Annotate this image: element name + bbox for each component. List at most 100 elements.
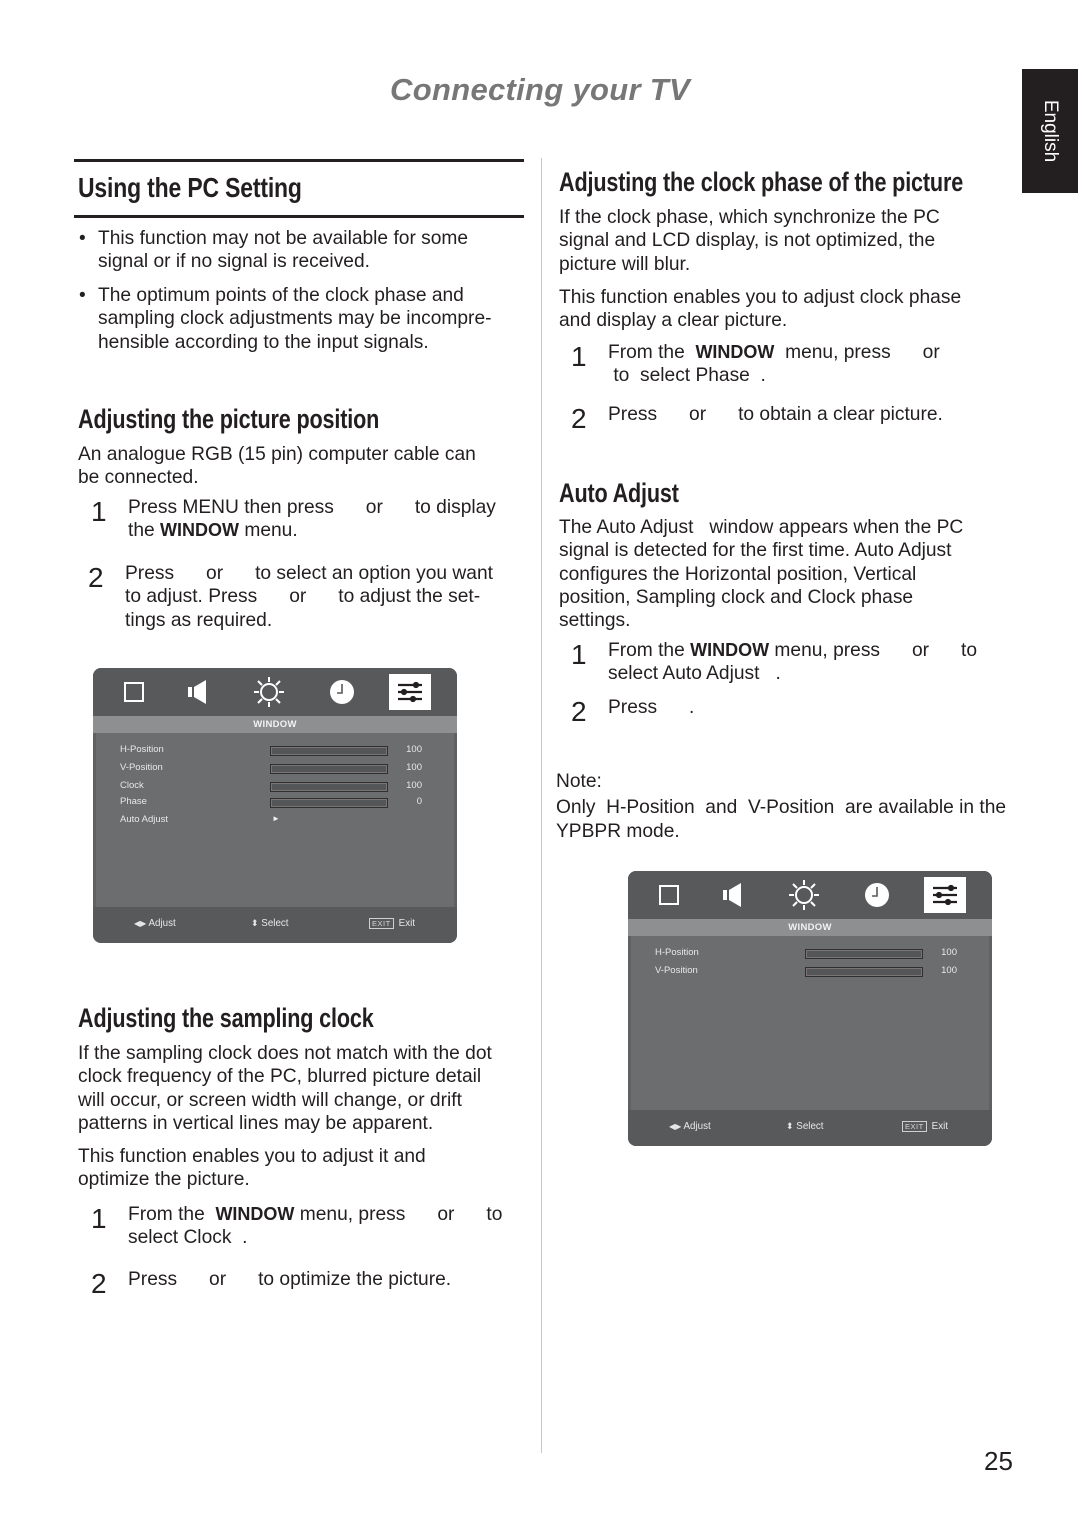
osd-slider[interactable] xyxy=(805,967,923,977)
auto-adjust-intro: The Auto Adjust window appears when the … xyxy=(559,516,963,632)
step-item: 2 Press or to obtain a clear picture. xyxy=(571,403,943,433)
left-right-arrows-icon: ◀▶ xyxy=(669,1122,682,1131)
osd-row-value: 100 xyxy=(941,947,957,958)
sound-icon[interactable] xyxy=(177,674,219,710)
osd-row-phase[interactable]: Phase 0 xyxy=(96,796,454,810)
step-line: to select Phase . xyxy=(608,365,766,387)
osd-footer-adjust: ◀▶ Adjust xyxy=(669,1121,711,1132)
text-line: optimize the picture. xyxy=(78,1169,250,1191)
osd-row-auto-adjust[interactable]: Auto Adjust ► xyxy=(96,814,454,828)
bullet-line: This function may not be available for s… xyxy=(98,228,469,249)
text-line: picture will blur. xyxy=(559,253,691,275)
osd-footer-select: ⬍ Select xyxy=(786,1121,824,1132)
note: Note: Only H-Position and V-Position are… xyxy=(556,770,1006,843)
osd-row-h-position[interactable]: H-Position 100 xyxy=(96,744,454,758)
osd-footer-adjust: ◀▶ Adjust xyxy=(134,918,176,929)
text-line: settings. xyxy=(559,610,631,632)
heading-sampling-clock: Adjusting the sampling clock xyxy=(78,1003,374,1033)
play-arrow-icon: ► xyxy=(272,814,280,823)
exit-key-icon: EXIT xyxy=(369,918,394,929)
step-line: Press or to select an option you want xyxy=(125,563,493,584)
osd-footer-select: ⬍ Select xyxy=(251,918,289,929)
osd-row-v-position[interactable]: V-Position 100 xyxy=(96,762,454,776)
text-line: The Auto Adjust window appears when the … xyxy=(559,517,964,538)
text-line: be connected. xyxy=(78,467,199,489)
clock-icon[interactable] xyxy=(856,877,898,913)
osd-body: H-Position 100 V-Position 100 xyxy=(631,936,989,1111)
up-down-arrows-icon: ⬍ xyxy=(251,918,259,928)
step-line: to adjust. Press or to adjust the set- xyxy=(125,586,481,608)
step-line: Press . xyxy=(608,697,695,718)
chapter-title-text: Connecting your TV xyxy=(390,72,690,107)
text-line: position, Sampling clock and Clock phase xyxy=(559,586,914,608)
text-run: menu. xyxy=(239,520,298,542)
step-number: 2 xyxy=(571,696,587,727)
window-settings-icon[interactable] xyxy=(924,877,966,913)
step-number: 1 xyxy=(91,496,107,527)
footer-label: Select xyxy=(796,1121,824,1132)
step-line: Press or to optimize the picture. xyxy=(128,1269,452,1290)
brightness-icon[interactable] xyxy=(248,674,290,710)
up-down-arrows-icon: ⬍ xyxy=(786,1121,794,1131)
section-title: Using the PC Setting xyxy=(78,172,302,203)
window-settings-icon[interactable] xyxy=(389,674,431,710)
text-line: configures the Horizontal position, Vert… xyxy=(559,563,917,585)
note-line: YPBPR mode. xyxy=(556,820,680,842)
clock-phase-intro: If the clock phase, which synchronize th… xyxy=(559,206,940,276)
osd-row-h-position[interactable]: H-Position 100 xyxy=(631,947,989,961)
osd-slider[interactable] xyxy=(805,949,923,959)
step-item: 2 Press . xyxy=(571,696,695,726)
text-run: menu, press or xyxy=(774,342,940,363)
osd-window-menu: WINDOW H-Position 100 V-Position 100 Clo… xyxy=(93,668,457,943)
window-menu-name: WINDOW xyxy=(160,520,239,541)
osd-slider[interactable] xyxy=(270,746,388,756)
brightness-icon[interactable] xyxy=(783,877,825,913)
picture-icon[interactable] xyxy=(648,877,690,913)
footer-label: Select xyxy=(261,918,289,929)
osd-row-label: H-Position xyxy=(120,744,164,755)
heading-picture-position: Adjusting the picture position xyxy=(78,404,380,434)
picture-icon[interactable] xyxy=(113,674,155,710)
step-line: From the WINDOW menu, press or xyxy=(608,341,940,364)
osd-window-menu-ypbpr: WINDOW H-Position 100 V-Position 100 ◀▶ … xyxy=(628,871,992,1146)
step-line: Press MENU then press or to display xyxy=(128,497,496,518)
osd-row-value: 100 xyxy=(406,744,422,755)
heading-auto-adjust: Auto Adjust xyxy=(559,478,679,508)
step-number: 1 xyxy=(91,1203,107,1234)
osd-row-label: V-Position xyxy=(655,965,698,976)
text-line: and display a clear picture. xyxy=(559,310,788,332)
osd-slider[interactable] xyxy=(270,782,388,792)
clock-icon[interactable] xyxy=(321,674,363,710)
sound-icon[interactable] xyxy=(712,877,754,913)
osd-row-value: 100 xyxy=(406,780,422,791)
step-item: 1 From the WINDOW menu, press or to sele… xyxy=(91,1203,503,1250)
step-line: select Clock . xyxy=(128,1227,248,1249)
osd-icon-bar xyxy=(93,668,457,716)
picture-position-intro: An analogue RGB (15 pin) computer cable … xyxy=(78,443,476,490)
osd-footer: ◀▶ Adjust ⬍ Select EXIT Exit xyxy=(628,1110,992,1146)
bullet-item: • This function may not be available for… xyxy=(79,227,469,274)
text-line: patterns in vertical lines may be appare… xyxy=(78,1112,434,1134)
osd-slider[interactable] xyxy=(270,798,388,808)
clock-phase-intro2: This function enables you to adjust cloc… xyxy=(559,286,961,333)
text-line: signal and LCD display, is not optimized… xyxy=(559,230,936,252)
osd-row-label: Auto Adjust xyxy=(120,814,169,825)
osd-row-label: Phase xyxy=(120,796,147,807)
step-number: 1 xyxy=(571,341,587,372)
step-number: 2 xyxy=(571,403,587,434)
language-tab: English xyxy=(1022,69,1078,193)
text-run: the xyxy=(128,520,161,542)
osd-footer-exit[interactable]: EXIT Exit xyxy=(369,918,415,929)
exit-key-icon: EXIT xyxy=(902,1121,927,1132)
osd-footer-exit[interactable]: EXIT Exit xyxy=(902,1121,948,1132)
text-run: From the xyxy=(128,1204,216,1225)
text-run: menu, press or to xyxy=(294,1204,503,1225)
text-line: will occur, or screen width will change,… xyxy=(78,1089,462,1111)
osd-row-v-position[interactable]: V-Position 100 xyxy=(631,965,989,979)
step-item: 1 From the WINDOW menu, press or to sele… xyxy=(571,341,940,388)
step-item: 2 Press or to optimize the picture. xyxy=(91,1268,452,1298)
osd-row-clock[interactable]: Clock 100 xyxy=(96,780,454,794)
text-line: clock frequency of the PC, blurred pictu… xyxy=(78,1066,482,1088)
text-line: If the sampling clock does not match wit… xyxy=(78,1043,492,1064)
osd-slider[interactable] xyxy=(270,764,388,774)
